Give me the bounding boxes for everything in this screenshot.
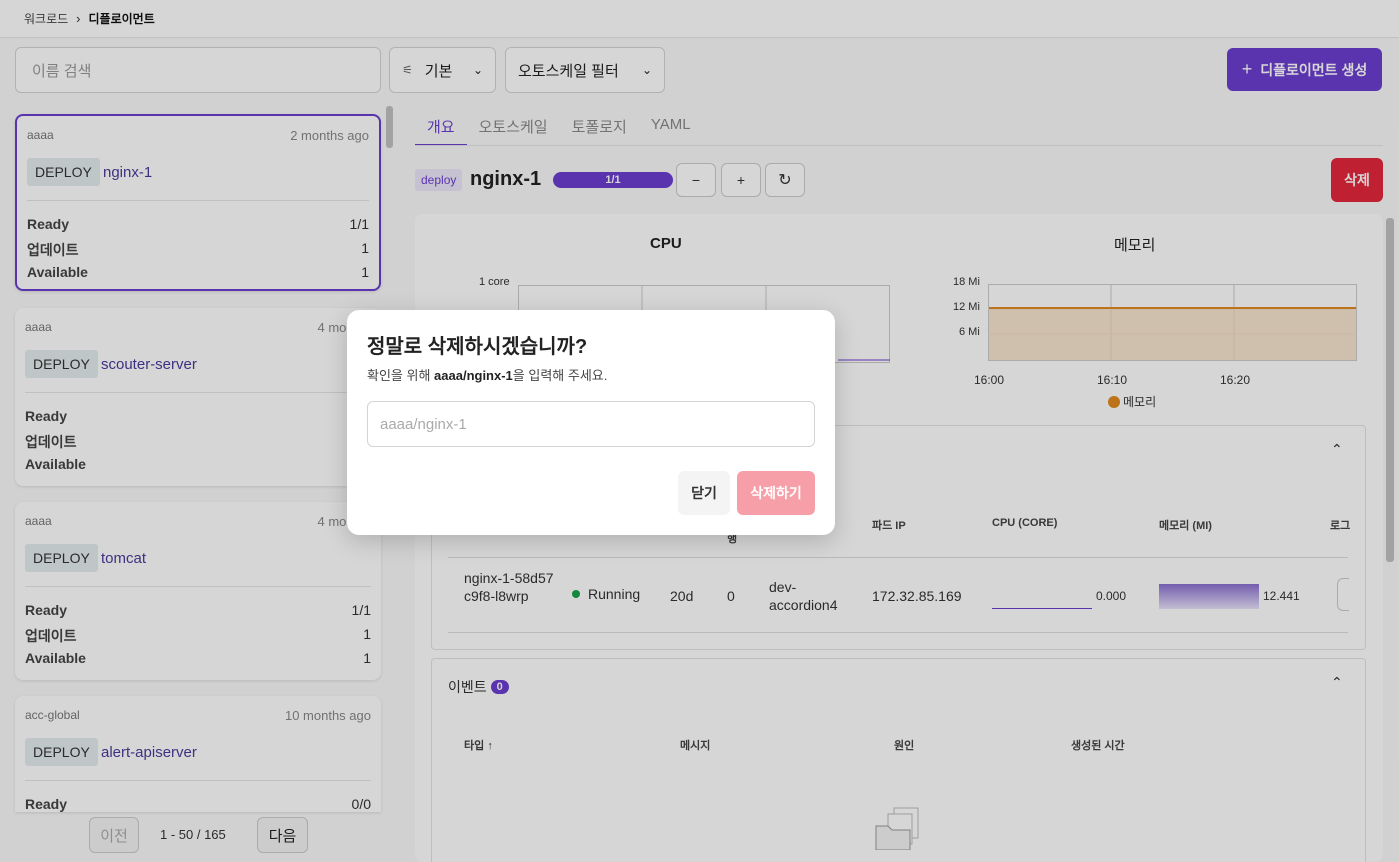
confirm-target: aaaa/nginx-1 — [434, 368, 513, 383]
close-button[interactable]: 닫기 — [678, 471, 730, 515]
confirm-name-placeholder: aaaa/nginx-1 — [380, 415, 467, 433]
confirm-delete-button[interactable]: 삭제하기 — [737, 471, 815, 515]
confirm-name-input[interactable]: aaaa/nginx-1 — [367, 401, 815, 447]
dialog-description: 확인을 위해 aaaa/nginx-1을 입력해 주세요. — [367, 368, 608, 383]
dialog-title: 정말로 삭제하시겠습니까? — [367, 336, 588, 358]
delete-confirm-dialog: 정말로 삭제하시겠습니까? 확인을 위해 aaaa/nginx-1을 입력해 주… — [347, 310, 835, 535]
